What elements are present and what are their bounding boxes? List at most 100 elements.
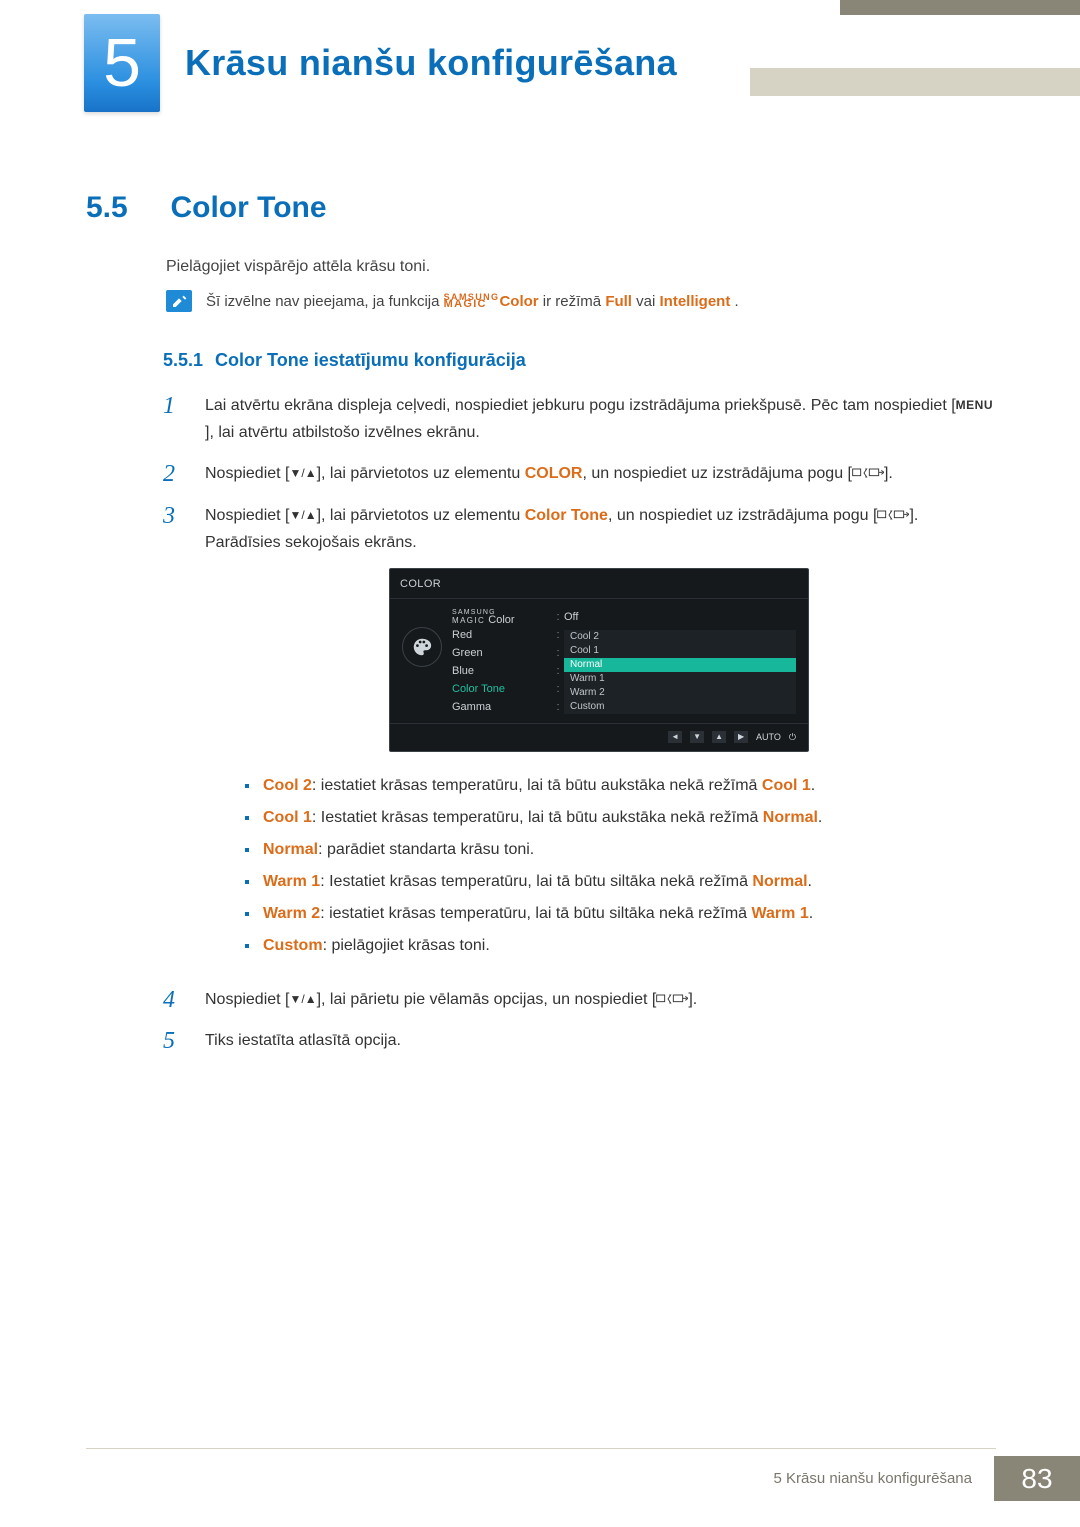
osd-opt-normal: Normal [564,658,796,672]
osd-tone-label: Color Tone [452,680,552,699]
osd-title: COLOR [390,569,808,599]
step-3-b: ], lai pārvietotos uz elementu [317,507,525,524]
step-3-c: , un nospiediet uz izstrādājuma pogu [ [608,507,878,524]
osd-magic-suffix: Color [485,614,514,626]
step-3-num: 3 [163,502,187,972]
text-cool2: : iestatiet krāsas temperatūru, lai tā b… [312,777,762,794]
footer-page-number: 83 [994,1456,1080,1501]
end-cool1: . [818,809,822,826]
step-3: 3 Nospiediet [▼/▲], lai pārvietotos uz e… [163,502,993,972]
osd-nav-auto: AUTO [756,730,781,745]
down-up-triangle-icon: ▼/▲ [290,989,317,1009]
note-or: vai [636,293,659,310]
osd-nav-bar: ◄ ▼ ▲ ▶ AUTO ⏻ [390,723,808,745]
section-title: Color Tone [170,191,326,225]
end-warm1: . [808,873,812,890]
text-custom: : pielāgojiet krāsas toni. [323,937,490,954]
section-heading: 5.5 Color Tone [86,191,327,225]
step-2-target: COLOR [525,465,583,482]
osd-body: SAMSUNG MAGIC Color : Off Red : 50 [390,599,808,723]
term-custom: Custom [263,937,323,954]
option-descriptions: Cool 2: iestatiet krāsas temperatūru, la… [243,770,993,962]
step-1-num: 1 [163,392,187,446]
osd-rows: SAMSUNG MAGIC Color : Off Red : 50 [452,609,796,717]
chapter-badge: 5 [84,14,160,112]
step-2-num: 2 [163,460,187,487]
term-cool1: Cool 1 [263,809,312,826]
step-2-b: ], lai pārvietotos uz elementu [317,465,525,482]
term-normal: Normal [263,841,318,858]
osd-green-label: Green [452,644,552,663]
ref-warm1: Normal [752,873,807,890]
section-intro: Pielāgojiet vispārējo attēla krāsu toni. [166,258,430,276]
osd-magic-value: Off [564,608,796,627]
osd-opt-custom: Custom [564,700,796,714]
osd-panel: COLOR SAMSUNG MAGIC Color [389,568,809,752]
text-normal: : parādiet standarta krāsu toni. [318,841,534,858]
note-row: Šī izvēlne nav pieejama, ja funkcija SAM… [166,290,739,312]
section-number: 5.5 [86,191,166,225]
ref-warm2: Warm 1 [752,905,809,922]
step-4: 4 Nospiediet [▼/▲], lai pārietu pie vēla… [163,986,993,1013]
step-4-b: ], lai pārietu pie vēlamās opcijas, un n… [317,991,657,1008]
step-3-target: Color Tone [525,507,608,524]
note-icon [166,290,192,312]
osd-blue-label: Blue [452,662,552,681]
decor-top-stripe [840,0,1080,15]
step-3-body: Nospiediet [▼/▲], lai pārvietotos uz ele… [205,502,993,972]
bullet-normal: Normal: parādiet standarta krāsu toni. [243,834,993,866]
note-pre: Šī izvēlne nav pieejama, ja funkcija [206,293,444,310]
footer-rule [86,1448,996,1449]
text-warm1: : Iestatiet krāsas temperatūru, lai tā b… [320,873,752,890]
chapter-number: 5 [103,24,141,102]
end-warm2: . [809,905,813,922]
step-2-body: Nospiediet [▼/▲], lai pārvietotos uz ele… [205,460,993,487]
palette-icon [402,627,442,667]
samsung-magic-label: SAMSUNG MAGIC [444,295,500,310]
step-2-c: , un nospiediet uz izstrādājuma pogu [ [582,465,852,482]
note-mid: ir režīmā [543,293,606,310]
osd-colon: : [552,608,564,627]
steps-list: 1 Lai atvērtu ekrāna displeja ceļvedi, n… [163,392,993,1068]
pencil-note-icon [171,293,187,309]
step-5-body: Tiks iestatīta atlasītā opcija. [205,1027,993,1054]
down-up-triangle-icon: ▼/▲ [290,463,317,483]
osd-colon: : [552,644,564,663]
enter-source-icon [877,507,909,524]
osd-gamma-label: Gamma [452,698,552,717]
term-cool2: Cool 2 [263,777,312,794]
osd-colon: : [552,626,564,645]
step-2-d: ]. [884,465,893,482]
bullet-warm1: Warm 1: Iestatiet krāsas temperatūru, la… [243,866,993,898]
step-2: 2 Nospiediet [▼/▲], lai pārvietotos uz e… [163,460,993,487]
osd-nav-enter-icon: ▶ [734,731,748,743]
step-4-c: ]. [688,991,697,1008]
menu-key-label: MENU [956,395,993,415]
decor-header-band [750,68,1080,96]
step-1-b: ], lai atvērtu atbilstošo izvēlnes ekrān… [205,424,480,441]
note-text: Šī izvēlne nav pieejama, ja funkcija SAM… [206,290,739,312]
footer-text: 5 Krāsu nianšu konfigurēšana [752,1456,994,1501]
step-1-body: Lai atvērtu ekrāna displeja ceļvedi, nos… [205,392,993,446]
chapter-title: Krāsu nianšu konfigurēšana [185,42,677,84]
step-4-body: Nospiediet [▼/▲], lai pārietu pie vēlamā… [205,986,993,1013]
enter-source-icon [656,991,688,1008]
osd-row-blue: Blue : Cool 2 Cool 1 Normal Warm 1 [452,663,796,681]
osd-red-label: Red [452,626,552,645]
step-4-num: 4 [163,986,187,1013]
step-4-a: Nospiediet [ [205,991,290,1008]
step-5: 5 Tiks iestatīta atlasītā opcija. [163,1027,993,1054]
osd-opt-warm1: Warm 1 [564,672,796,686]
step-5-num: 5 [163,1027,187,1054]
step-1: 1 Lai atvērtu ekrāna displeja ceļvedi, n… [163,392,993,446]
osd-colon: : [552,680,564,699]
osd-nav-left-icon: ◄ [668,731,682,743]
osd-nav-up-icon: ▲ [712,731,726,743]
bullet-custom: Custom: pielāgojiet krāsas toni. [243,930,993,962]
step-1-a: Lai atvērtu ekrāna displeja ceļvedi, nos… [205,397,956,414]
osd-magic-label: SAMSUNG MAGIC Color [452,610,552,624]
enter-source-icon [852,465,884,482]
footer: 5 Krāsu nianšu konfigurēšana 83 [752,1456,1080,1501]
osd-nav-down-icon: ▼ [690,731,704,743]
osd-screenshot: COLOR SAMSUNG MAGIC Color [205,568,993,752]
